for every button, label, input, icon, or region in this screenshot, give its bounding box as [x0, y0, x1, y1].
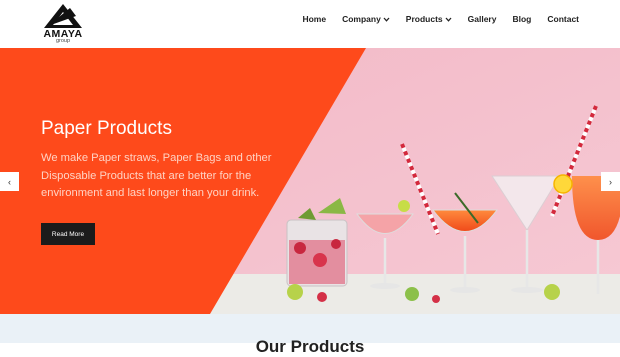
main-nav: Home Company Products Gallery Blog Conta…	[286, 14, 579, 24]
chevron-right-icon: ›	[609, 176, 612, 187]
nav-label: Home	[302, 14, 327, 24]
nav-label: Company	[342, 14, 381, 24]
hero-slider: Paper Products We make Paper straws, Pap…	[0, 48, 620, 314]
nav-item-home[interactable]: Home	[302, 14, 326, 24]
brand-tagline: group	[55, 38, 71, 44]
nav-item-products[interactable]: Products	[406, 14, 452, 24]
nav-label: Products	[405, 14, 443, 24]
logo-mark-icon	[44, 4, 82, 28]
nav-item-company[interactable]: Company	[342, 14, 390, 24]
nav-item-contact[interactable]: Contact	[547, 14, 579, 24]
section-title: Our Products	[255, 337, 365, 356]
nav-item-blog[interactable]: Blog	[512, 14, 531, 24]
hero-title: Paper Products	[41, 118, 172, 139]
read-more-button[interactable]: Read More	[41, 223, 95, 245]
amaya-logo[interactable]: AMAYA group	[40, 3, 86, 45]
nav-label: Gallery	[467, 14, 497, 24]
nav-item-gallery[interactable]: Gallery	[468, 14, 497, 24]
nav-label: Contact	[547, 14, 579, 24]
site-header: AMAYA group Home Company Products Galler…	[0, 0, 620, 48]
hero-description: We make Paper straws, Paper Bags and oth…	[41, 152, 272, 199]
slider-prev-button[interactable]: ‹	[0, 172, 19, 191]
slider-next-button[interactable]: ›	[601, 172, 620, 191]
products-section: Our Products	[0, 314, 620, 356]
chevron-down-icon	[383, 17, 390, 22]
chevron-down-icon	[445, 17, 452, 22]
nav-label: Blog	[512, 14, 532, 24]
chevron-left-icon: ‹	[8, 176, 11, 187]
